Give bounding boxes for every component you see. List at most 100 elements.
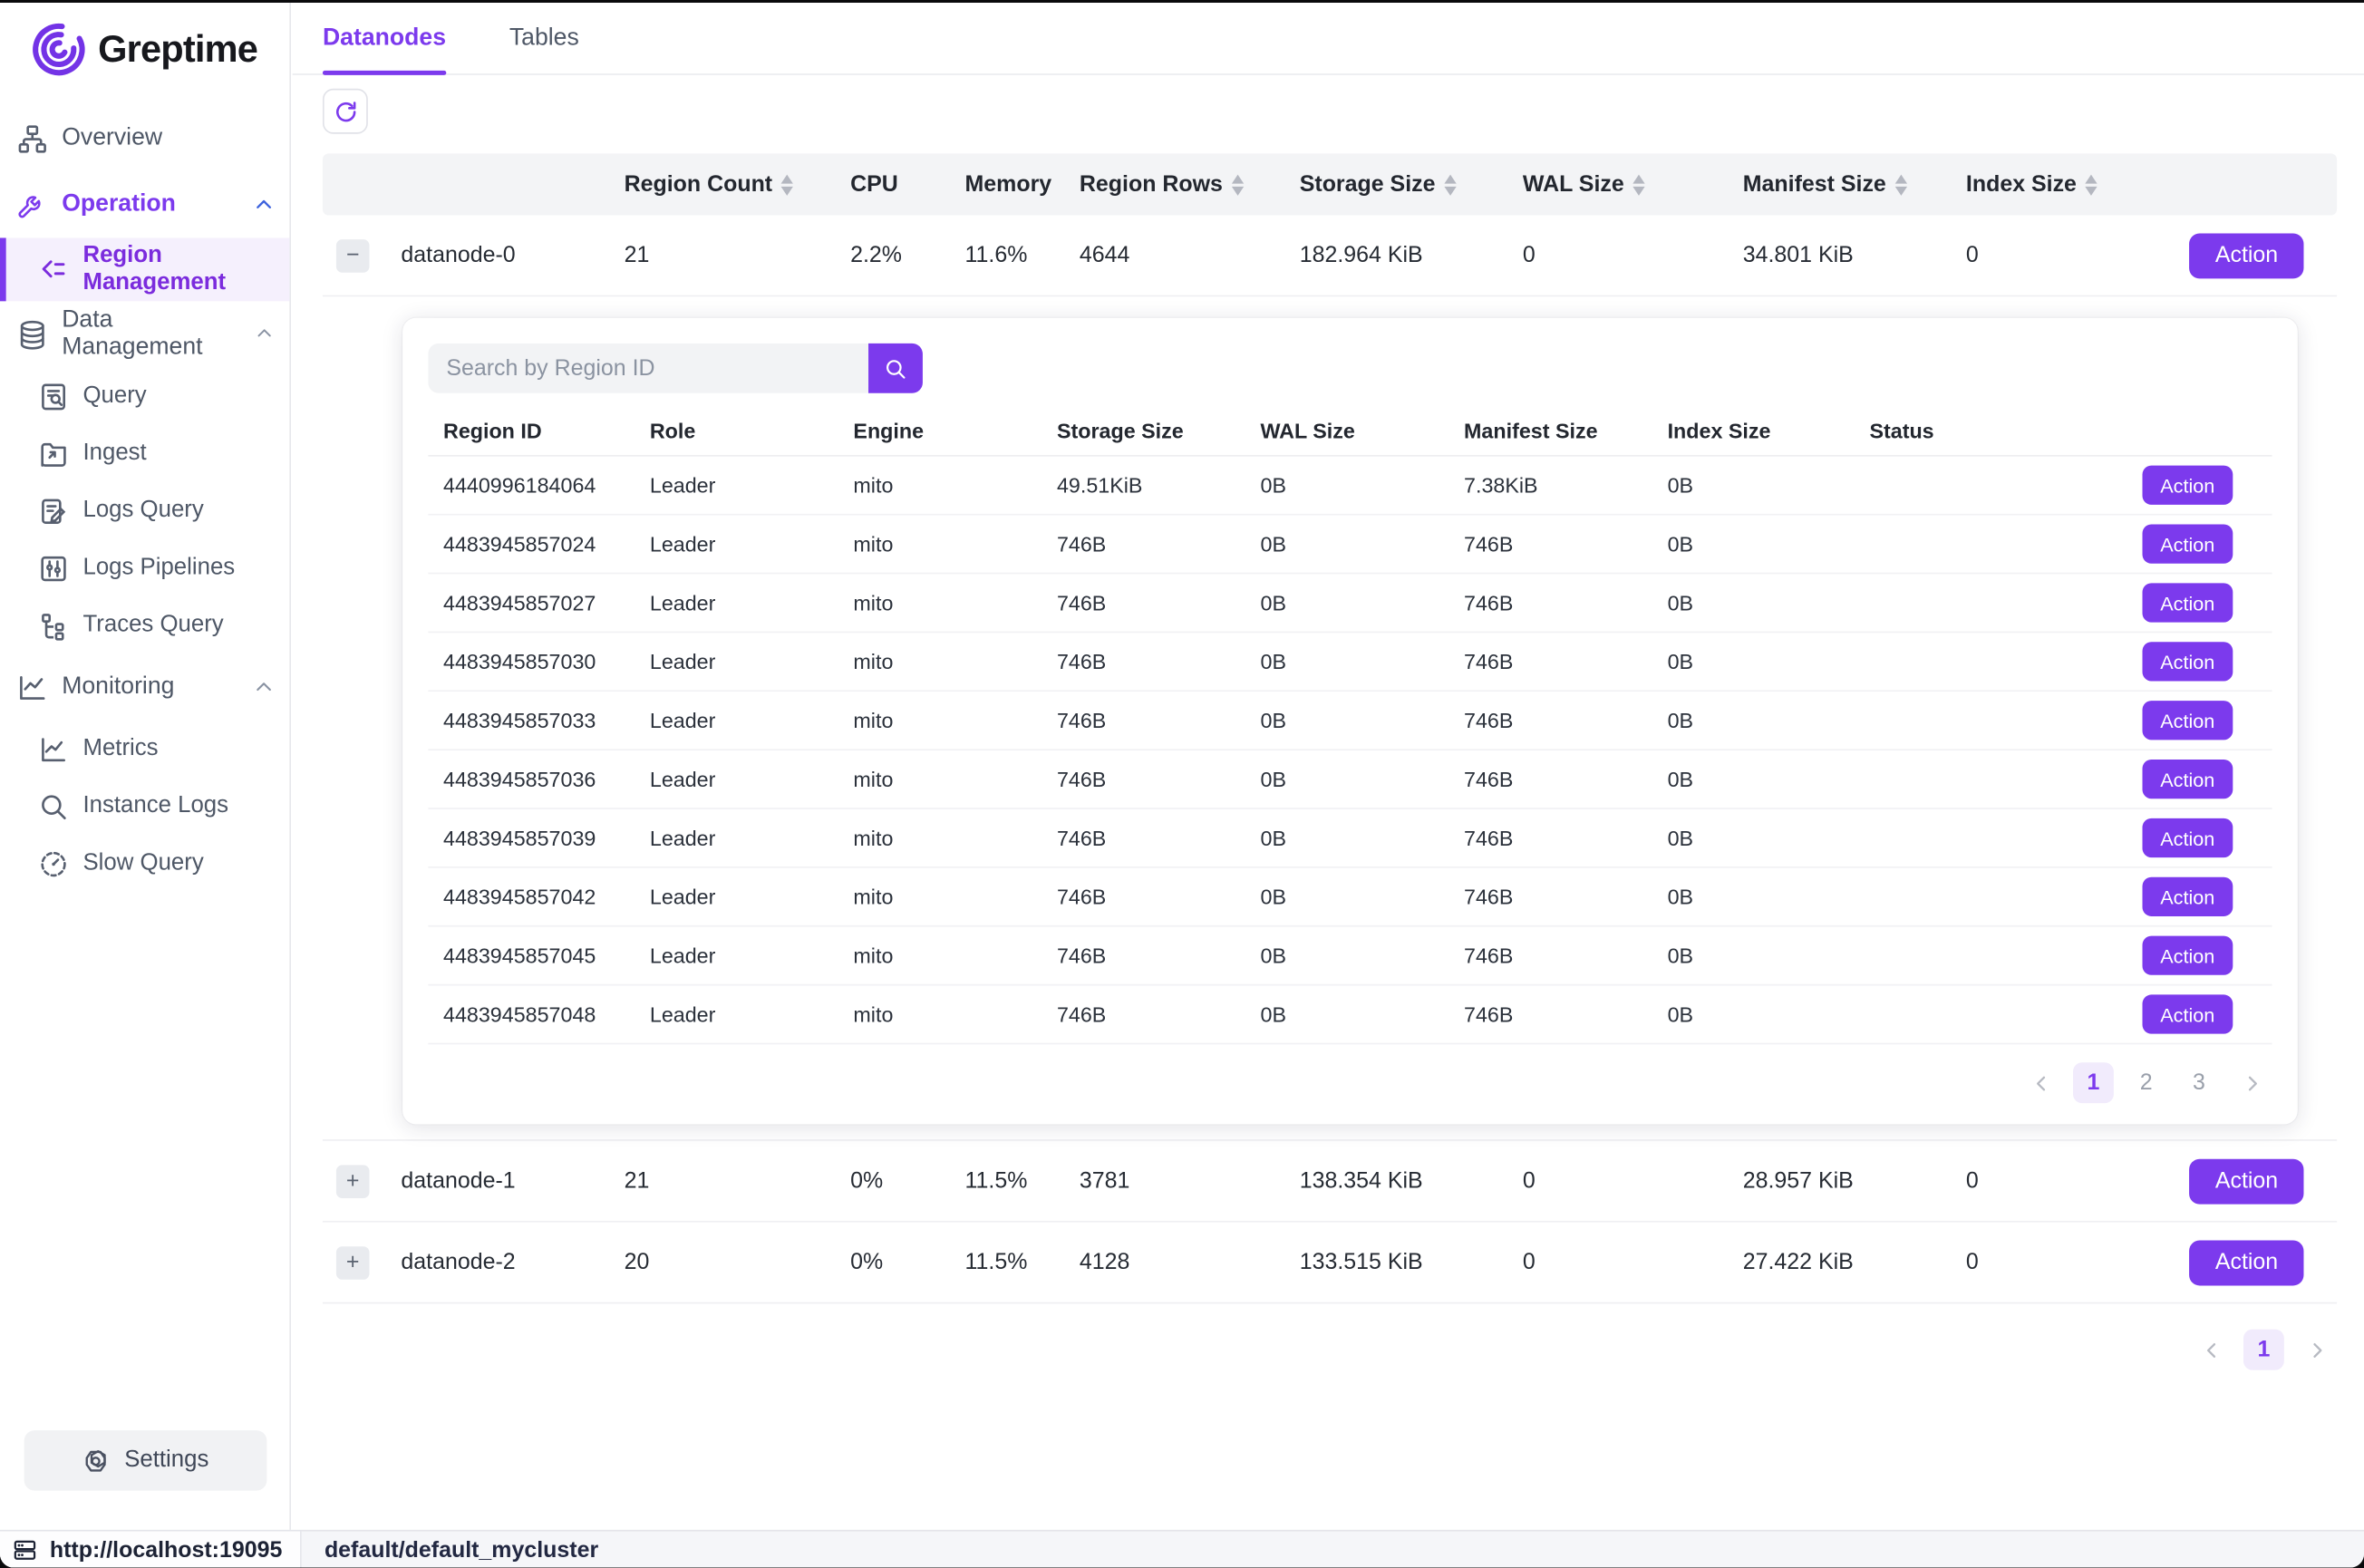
expand-row-button[interactable]: +: [336, 1165, 370, 1198]
region-action-button[interactable]: Action: [2142, 877, 2233, 916]
node-name-cell: datanode-0: [383, 242, 608, 267]
cluster-name[interactable]: default/default_mycluster: [325, 1536, 598, 1562]
gear-icon: [82, 1447, 111, 1476]
table-row-datanode-0: − datanode-0 21 2.2% 11.6% 4644 182.964 …: [323, 216, 2337, 297]
page-button-1[interactable]: 1: [2243, 1330, 2284, 1370]
sidebar-item-logs-query[interactable]: Logs Query: [0, 482, 289, 539]
sidebar-item-query[interactable]: Query: [0, 368, 289, 425]
wal-size-cell: 0B: [1245, 650, 1449, 674]
wal-size-cell: 0B: [1245, 885, 1449, 909]
region-search: [428, 344, 2272, 393]
col-region-count[interactable]: Region Count: [609, 171, 835, 197]
region-action-button[interactable]: Action: [2142, 583, 2233, 622]
search-button[interactable]: [868, 344, 923, 393]
region-action-button[interactable]: Action: [2142, 524, 2233, 563]
sidebar-item-ingest[interactable]: Ingest: [0, 425, 289, 482]
chevron-left-icon: [2030, 1072, 2051, 1093]
next-page-button[interactable]: [2296, 1330, 2337, 1370]
sidebar-item-traces-query[interactable]: Traces Query: [0, 596, 289, 653]
overview-icon: [16, 122, 48, 154]
sidebar-item-label: Operation: [62, 191, 176, 218]
expand-row-button[interactable]: +: [336, 1245, 370, 1279]
sidebar-item-region-management[interactable]: Region Management: [0, 237, 289, 301]
storage-size-cell: 746B: [1042, 944, 1245, 968]
region-action-button[interactable]: Action: [2142, 760, 2233, 799]
sort-icon[interactable]: [1633, 174, 1645, 195]
sidebar-item-logs-pipelines[interactable]: Logs Pipelines: [0, 539, 289, 596]
region-id-cell: 4483945857033: [428, 708, 635, 732]
cpu-cell: 0%: [835, 1168, 949, 1194]
sort-icon[interactable]: [2086, 174, 2098, 195]
index-size-cell: 0B: [1652, 532, 1855, 557]
sidebar-item-metrics[interactable]: Metrics: [0, 721, 289, 778]
node-action-button[interactable]: Action: [2190, 233, 2304, 278]
wal-size-cell: 0: [1507, 1250, 1728, 1275]
page-button-3[interactable]: 3: [2178, 1062, 2219, 1103]
tab-datanodes[interactable]: Datanodes: [323, 3, 446, 73]
storage-size-cell: 746B: [1042, 708, 1245, 732]
sort-icon[interactable]: [781, 174, 793, 195]
col-memory: Memory: [950, 171, 1064, 197]
col-storage-size[interactable]: Storage Size: [1284, 171, 1507, 197]
prev-page-button[interactable]: [2191, 1330, 2232, 1370]
sidebar-item-data-management[interactable]: Data Management: [0, 301, 289, 367]
datanodes-table-header: Region Count CPU Memory Region Rows Stor…: [323, 153, 2337, 215]
node-action-button[interactable]: Action: [2190, 1158, 2304, 1204]
search-input[interactable]: [428, 344, 868, 393]
manifest-size-cell: 27.422 KiB: [1728, 1250, 1951, 1275]
region-row: 4483945857045 Leader mito 746B 0B 746B 0…: [428, 927, 2272, 986]
region-action-button[interactable]: Action: [2142, 642, 2233, 681]
sidebar-item-label: Traces Query: [82, 612, 223, 639]
wal-size-cell: 0B: [1245, 1002, 1449, 1027]
sort-icon[interactable]: [1895, 174, 1907, 195]
role-cell: Leader: [635, 591, 838, 615]
region-pagination: 1 2 3: [428, 1062, 2272, 1103]
sidebar-item-monitoring[interactable]: Monitoring: [0, 654, 289, 721]
region-management-icon: [38, 254, 70, 286]
manifest-size-cell: 746B: [1448, 885, 1652, 909]
col-region-rows[interactable]: Region Rows: [1064, 171, 1284, 197]
server-url-segment[interactable]: http://localhost:19095: [0, 1532, 300, 1568]
sidebar-item-instance-logs[interactable]: Instance Logs: [0, 778, 289, 835]
node-action-button[interactable]: Action: [2190, 1240, 2304, 1285]
sidebar-item-operation[interactable]: Operation: [0, 171, 289, 237]
col-index-size[interactable]: Index Size: [1951, 171, 2137, 197]
collapse-row-button[interactable]: −: [336, 238, 370, 272]
sort-icon[interactable]: [1232, 174, 1244, 195]
sidebar-item-slow-query[interactable]: Slow Query: [0, 835, 289, 892]
engine-cell: mito: [838, 532, 1042, 557]
storage-size-cell: 746B: [1042, 826, 1245, 850]
chevron-up-icon: [256, 324, 275, 344]
region-action-button[interactable]: Action: [2142, 994, 2233, 1033]
table-row-datanode-1: + datanode-1 21 0% 11.5% 3781 138.354 Ki…: [323, 1141, 2337, 1223]
chevron-right-icon: [2306, 1339, 2327, 1360]
role-cell: Leader: [635, 944, 838, 968]
role-cell: Leader: [635, 532, 838, 557]
wal-size-cell: 0B: [1245, 767, 1449, 791]
region-action-button[interactable]: Action: [2142, 936, 2233, 975]
logs-pipelines-icon: [38, 552, 70, 584]
page-button-1[interactable]: 1: [2073, 1062, 2114, 1103]
refresh-button[interactable]: [323, 89, 368, 134]
index-size-cell: 0B: [1652, 708, 1855, 732]
sidebar-item-label: Metrics: [82, 735, 158, 762]
region-action-button[interactable]: Action: [2142, 466, 2233, 505]
prev-page-button[interactable]: [2020, 1062, 2061, 1103]
tab-tables[interactable]: Tables: [509, 3, 579, 73]
region-row: 4483945857048 Leader mito 746B 0B 746B 0…: [428, 985, 2272, 1044]
col-manifest-size[interactable]: Manifest Size: [1728, 171, 1951, 197]
wal-size-cell: 0B: [1245, 591, 1449, 615]
sort-icon[interactable]: [1444, 174, 1456, 195]
next-page-button[interactable]: [2232, 1062, 2272, 1103]
brand-name: Greptime: [98, 27, 257, 71]
region-table-header: Region ID Role Engine Storage Size WAL S…: [428, 405, 2272, 457]
page-button-2[interactable]: 2: [2126, 1062, 2166, 1103]
role-cell: Leader: [635, 473, 838, 498]
settings-button[interactable]: Settings: [24, 1430, 267, 1491]
region-action-button[interactable]: Action: [2142, 701, 2233, 740]
cpu-cell: 0%: [835, 1250, 949, 1275]
settings-label: Settings: [124, 1447, 208, 1474]
region-action-button[interactable]: Action: [2142, 818, 2233, 857]
col-wal-size[interactable]: WAL Size: [1507, 171, 1728, 197]
sidebar-item-overview[interactable]: Overview: [0, 105, 289, 171]
